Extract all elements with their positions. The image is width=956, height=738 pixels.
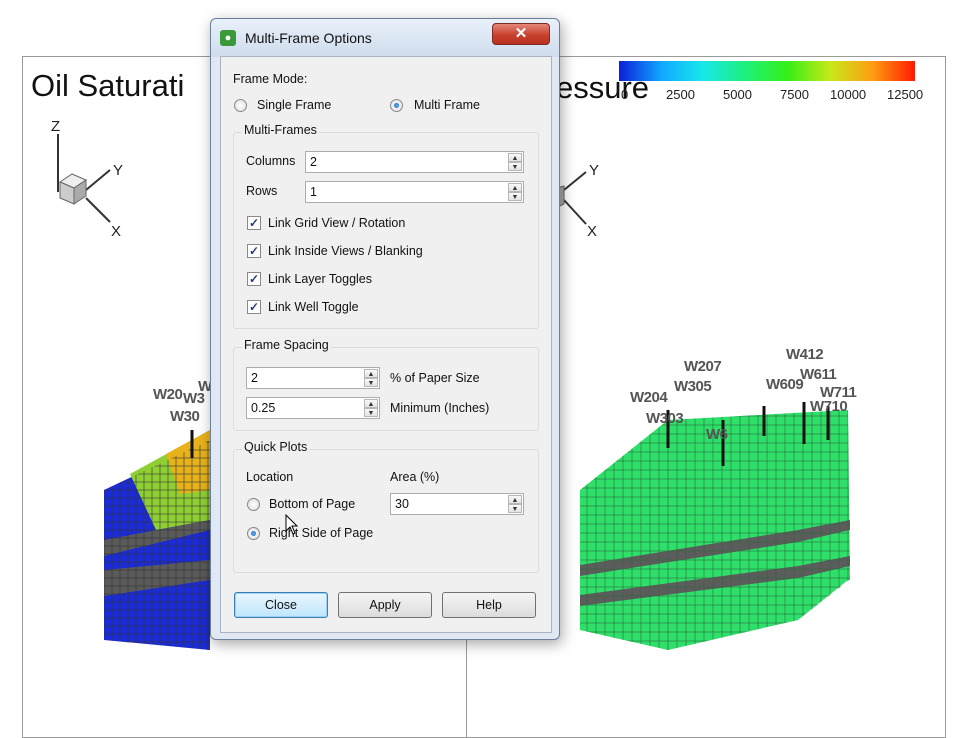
well-label: W609	[766, 376, 804, 393]
area-label: Area (%)	[390, 470, 440, 484]
axis-label-x: X	[587, 223, 598, 240]
columns-input[interactable]	[310, 155, 495, 169]
colorbar-label: 5000	[723, 87, 752, 102]
right-reservoir-model	[580, 402, 850, 650]
well-label: W305	[674, 378, 712, 395]
dialog-titlebar[interactable]: ● Multi-Frame Options ✕	[211, 19, 559, 57]
minimum-spacing-input[interactable]	[251, 401, 364, 415]
close-button[interactable]: Close	[234, 592, 328, 618]
well-label: W710	[810, 398, 848, 415]
multi-frame-label[interactable]: Multi Frame	[414, 98, 480, 112]
rows-spin-buttons[interactable]: ▲ ▼	[508, 183, 522, 201]
link-grid-view-label[interactable]: Link Grid View / Rotation	[268, 216, 405, 230]
location-label: Location	[246, 470, 294, 484]
link-layer-toggles-checkbox[interactable]: ✓	[247, 272, 261, 286]
area-input[interactable]	[395, 497, 508, 511]
bottom-of-page-label[interactable]: Bottom of Page	[269, 497, 355, 511]
dialog-title: Multi-Frame Options	[245, 30, 372, 46]
axis-label-z: Z	[51, 118, 61, 135]
well-label: W412	[786, 346, 824, 363]
columns-label: Columns	[246, 154, 296, 168]
close-window-button[interactable]: ✕	[492, 23, 550, 45]
link-inside-views-checkbox[interactable]: ✓	[247, 244, 261, 258]
link-well-toggle-checkbox[interactable]: ✓	[247, 300, 261, 314]
axis-triad-icon	[57, 134, 111, 223]
axis-label-y: Y	[589, 162, 600, 179]
colorbar-label: 12500	[887, 87, 924, 102]
paper-size-spin-buttons[interactable]: ▲ ▼	[364, 369, 378, 387]
colorbar	[619, 61, 915, 81]
app-icon: ●	[220, 30, 236, 46]
well-label: W207	[684, 358, 722, 375]
well-label: W20	[153, 386, 183, 403]
area-stepper[interactable]: ▲▼	[390, 493, 524, 515]
link-layer-toggles-label[interactable]: Link Layer Toggles	[268, 272, 372, 286]
colorbar-gradient	[619, 61, 915, 81]
bottom-of-page-radio[interactable]	[247, 498, 260, 511]
axis-label-y: Y	[113, 162, 124, 179]
well-label: W30	[170, 408, 200, 425]
link-inside-views-label[interactable]: Link Inside Views / Blanking	[268, 244, 423, 258]
quick-plots-group-title: Quick Plots	[242, 440, 310, 454]
paper-size-spacing-input[interactable]	[251, 371, 364, 385]
mouse-cursor-icon	[285, 514, 299, 535]
columns-stepper[interactable]: ▲▼	[305, 151, 524, 173]
single-frame-radio[interactable]	[234, 99, 247, 112]
minimum-spacing-stepper[interactable]: ▲▼	[246, 397, 380, 419]
left-frame-title: Oil Saturati	[31, 68, 185, 103]
rows-stepper[interactable]: ▲▼	[305, 181, 524, 203]
well-label: W303	[646, 410, 684, 427]
well-label: W6	[706, 426, 728, 443]
link-grid-view-checkbox[interactable]: ✓	[247, 216, 261, 230]
paper-size-label: % of Paper Size	[390, 371, 480, 385]
paper-size-spacing-stepper[interactable]: ▲▼	[246, 367, 380, 389]
apply-button[interactable]: Apply	[338, 592, 432, 618]
minimum-label: Minimum (Inches)	[390, 401, 490, 415]
area-spin-buttons[interactable]: ▲ ▼	[508, 495, 522, 513]
rows-label: Rows	[246, 184, 278, 198]
multi-frame-options-dialog: ● Multi-Frame Options ✕ Frame Mode: Sing…	[210, 18, 560, 640]
colorbar-label: 7500	[780, 87, 809, 102]
well-label: W204	[630, 389, 668, 406]
dialog-content: Frame Mode: Single Frame Multi Frame Mul…	[220, 56, 552, 633]
colorbar-label: 2500	[666, 87, 695, 102]
right-side-of-page-radio[interactable]	[247, 527, 260, 540]
colorbar-label: 0	[621, 87, 629, 102]
multi-frame-radio[interactable]	[390, 99, 403, 112]
link-well-toggle-label[interactable]: Link Well Toggle	[268, 300, 359, 314]
multi-frames-group-title: Multi-Frames	[242, 123, 319, 137]
help-button[interactable]: Help	[442, 592, 536, 618]
minimum-spin-buttons[interactable]: ▲ ▼	[364, 399, 378, 417]
colorbar-label: 10000	[830, 87, 867, 102]
well-label: W611	[800, 366, 837, 383]
single-frame-label[interactable]: Single Frame	[257, 98, 331, 112]
frame-spacing-group-title: Frame Spacing	[242, 338, 331, 352]
frame-mode-label: Frame Mode:	[233, 72, 308, 86]
columns-spin-buttons[interactable]: ▲ ▼	[508, 153, 522, 171]
axis-label-x: X	[111, 223, 122, 240]
rows-input[interactable]	[310, 185, 495, 199]
